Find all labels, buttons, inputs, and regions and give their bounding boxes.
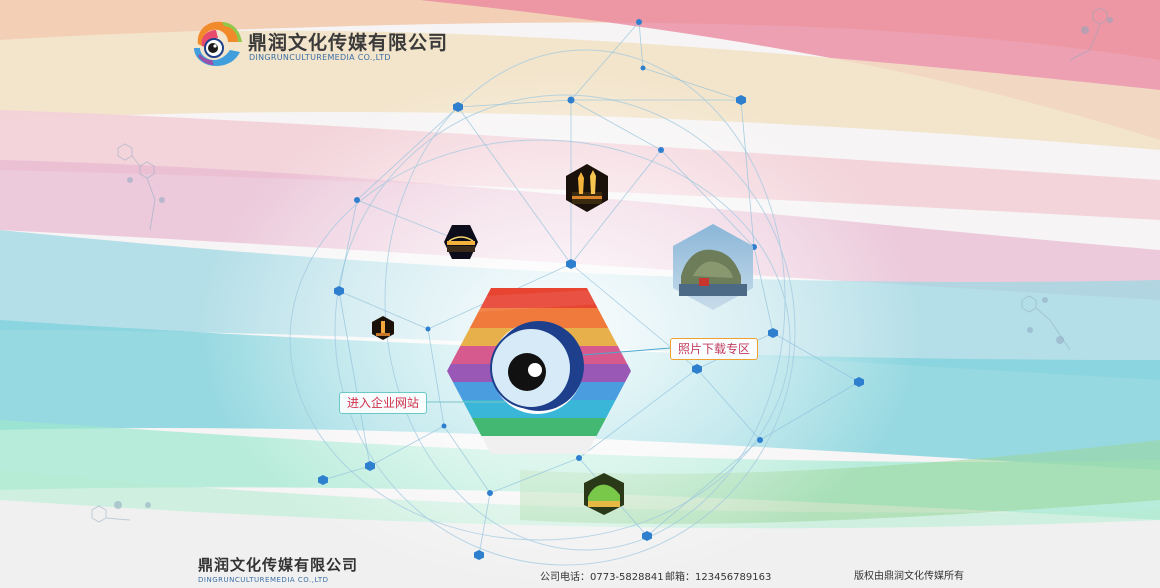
- footer-name-en: DINGRUNCULTUREMEDIA CO.,LTD: [198, 576, 329, 584]
- hexagon-photo-icon: [372, 316, 394, 340]
- footer-email-label: 邮箱：: [665, 572, 695, 583]
- brand-logo[interactable]: 鼎润文化传媒有限公司 DINGRUNCULTUREMEDIA CO.,LTD: [188, 16, 447, 70]
- footer: 鼎润文化传媒有限公司 DINGRUNCULTUREMEDIA CO.,LTD 公…: [0, 548, 1160, 588]
- hexagon-photo-night-pagodas[interactable]: [566, 164, 608, 212]
- hexagon-photo-night-tower[interactable]: [372, 316, 394, 340]
- footer-name-cn: 鼎润文化传媒有限公司: [198, 556, 359, 574]
- hexagon-photo-green-night[interactable]: [584, 473, 624, 515]
- hexagon-photo-karst-hill[interactable]: [673, 224, 753, 310]
- footer-copyright: 版权由鼎润文化传媒所有: [854, 571, 964, 582]
- footer-phone-label: 公司电话：: [540, 572, 590, 583]
- hexagon-photo-icon: [444, 225, 478, 259]
- footer-logo: 鼎润文化传媒有限公司 DINGRUNCULTUREMEDIA CO.,LTD: [198, 554, 358, 584]
- hexagon-photo-icon: [673, 224, 753, 310]
- footer-phone-value: 0773-5828841: [590, 572, 664, 583]
- footer-email: 邮箱：123456789163: [665, 568, 771, 583]
- hexagon-photo-icon: [584, 473, 624, 515]
- brand-name-en: DINGRUNCULTUREMEDIA CO.,LTD: [249, 53, 391, 62]
- brand-name-cn: 鼎润文化传媒有限公司: [248, 32, 449, 54]
- center-camera-logo[interactable]: [447, 288, 631, 454]
- footer-email-value: 123456789163: [695, 572, 772, 583]
- photo-download-link[interactable]: 照片下载专区: [670, 338, 759, 360]
- hexagon-photo-night-bridge[interactable]: [443, 224, 479, 260]
- camera-eye-logo-icon: [194, 21, 242, 66]
- hexagon-photo-icon: [566, 164, 608, 212]
- footer-phone: 公司电话：0773-5828841: [540, 568, 664, 583]
- enter-website-link[interactable]: 进入企业网站: [339, 392, 428, 414]
